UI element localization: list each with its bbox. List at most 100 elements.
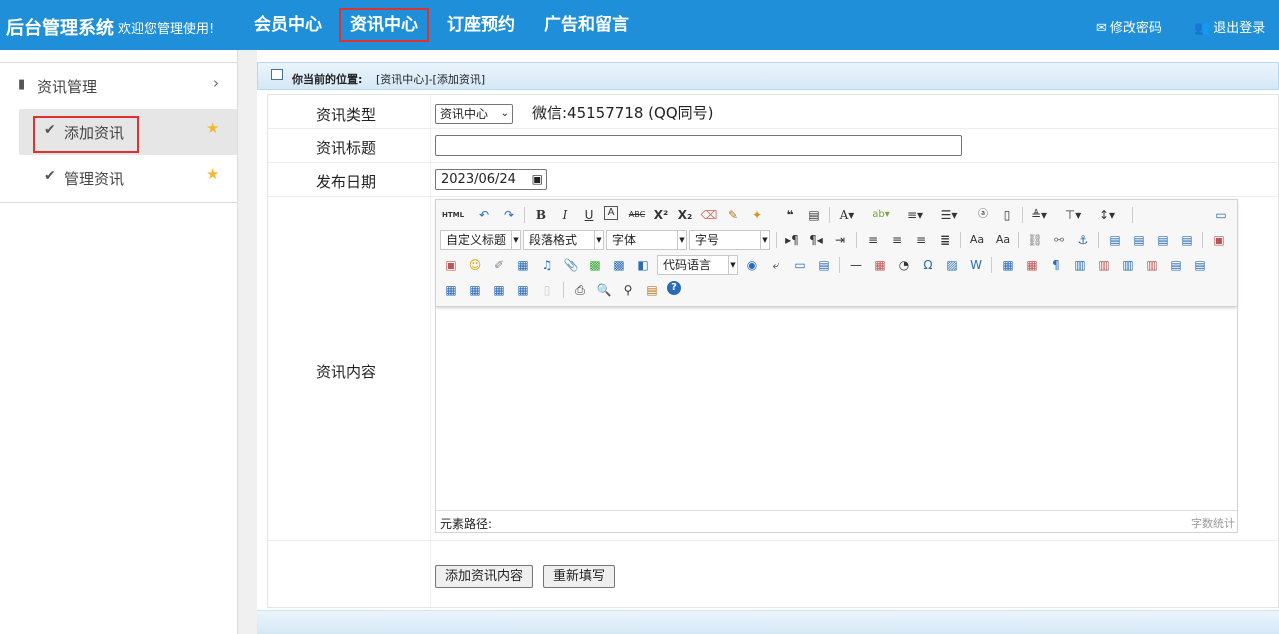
insert-row-icon[interactable]: ▥ xyxy=(1071,256,1089,274)
reset-button[interactable]: 重新填写 xyxy=(543,565,616,588)
rich-text-editor[interactable]: HTML ↶ ↷ B I U A ABC X² X₂ ⌫ ✎ ✦ ❝ ▤ A▾ … xyxy=(435,199,1238,533)
image-left-icon[interactable]: ▤ xyxy=(1130,231,1148,249)
logout-link[interactable]: 👥 退出登录 xyxy=(1194,17,1265,36)
unordered-list-icon[interactable]: ☰▾ xyxy=(940,206,958,224)
time-icon[interactable]: ◔ xyxy=(895,256,913,274)
insert-frame-icon[interactable]: ◧ xyxy=(634,256,652,274)
background-color-icon[interactable]: ab▾ xyxy=(872,206,890,224)
template-icon[interactable]: ▭ xyxy=(791,256,809,274)
clear-doc-icon[interactable]: ▯ xyxy=(998,206,1016,224)
unlink-icon[interactable]: ⚯ xyxy=(1050,231,1068,249)
paragraph-select[interactable]: 段落格式 ▼ xyxy=(523,230,604,250)
format-brush-icon[interactable]: ✎ xyxy=(724,206,742,224)
change-password-link[interactable]: ✉ 修改密码 xyxy=(1096,17,1162,36)
web-app-icon[interactable]: ◉ xyxy=(743,256,761,274)
nav-reservation[interactable]: 订座预约 xyxy=(438,8,524,42)
title-input[interactable] xyxy=(435,135,962,156)
select-all-icon[interactable]: ⓐ xyxy=(974,206,992,224)
date-input[interactable]: 2023/06/24 ▣ xyxy=(435,169,547,190)
ltr-direction-icon[interactable]: ▸¶ xyxy=(783,231,801,249)
emotion-icon[interactable]: ☺ xyxy=(466,256,484,274)
date-icon[interactable]: ▦ xyxy=(871,256,889,274)
split-to-cols-icon[interactable]: ▦ xyxy=(514,281,532,299)
align-right-icon[interactable]: ≡ xyxy=(912,231,930,249)
video-icon[interactable]: ▦ xyxy=(514,256,532,274)
indent-icon[interactable]: ⇥ xyxy=(831,231,849,249)
type-select[interactable]: 资讯中心 ⌄ xyxy=(435,104,513,124)
chart-icon[interactable]: ▯ xyxy=(538,281,556,299)
superscript-icon[interactable]: X² xyxy=(652,206,670,224)
search-replace-icon[interactable]: ⚲ xyxy=(619,281,637,299)
font-size-select[interactable]: 字号 ▼ xyxy=(689,230,770,250)
map-icon[interactable]: ▩ xyxy=(586,256,604,274)
attachment-icon[interactable]: 📎 xyxy=(562,256,580,274)
ordered-list-icon[interactable]: ≡▾ xyxy=(906,206,924,224)
special-chars-icon[interactable]: Ω xyxy=(919,256,937,274)
scrawl-icon[interactable]: ✐ xyxy=(490,256,508,274)
help-icon[interactable]: ? xyxy=(667,281,681,295)
sidebar-splitter[interactable] xyxy=(237,50,257,634)
lowercase-icon[interactable]: Aa xyxy=(994,231,1012,249)
multi-image-icon[interactable]: ▣ xyxy=(442,256,460,274)
row-spacing-bottom-icon[interactable]: ⊤▾ xyxy=(1064,206,1082,224)
font-color-icon[interactable]: A▾ xyxy=(838,206,856,224)
auto-format-icon[interactable]: ✦ xyxy=(748,206,766,224)
italic-icon[interactable]: I xyxy=(556,206,574,224)
drafts-icon[interactable]: ▤ xyxy=(643,281,661,299)
paste-plain-icon[interactable]: ▤ xyxy=(805,206,823,224)
html-source-icon[interactable]: HTML xyxy=(442,206,464,224)
nav-ads-messages[interactable]: 广告和留言 xyxy=(535,8,638,42)
delete-row-icon[interactable]: ▥ xyxy=(1095,256,1113,274)
page-break-icon[interactable]: ⤶ xyxy=(767,256,785,274)
insert-col-icon[interactable]: ▥ xyxy=(1119,256,1137,274)
subscript-icon[interactable]: X₂ xyxy=(676,206,694,224)
anchor-icon[interactable]: ⚓ xyxy=(1074,231,1092,249)
row-spacing-top-icon[interactable]: ≜▾ xyxy=(1030,206,1048,224)
undo-icon[interactable]: ↶ xyxy=(475,206,493,224)
code-language-select[interactable]: 代码语言 ▼ xyxy=(657,255,738,275)
insert-table-icon[interactable]: ▦ xyxy=(999,256,1017,274)
align-center-icon[interactable]: ≡ xyxy=(888,231,906,249)
merge-cells-icon[interactable]: ▤ xyxy=(1167,256,1185,274)
gmap-icon[interactable]: ▩ xyxy=(610,256,628,274)
line-height-icon[interactable]: ↕▾ xyxy=(1098,206,1116,224)
insert-image-icon[interactable]: ▣ xyxy=(1210,231,1228,249)
image-center-icon[interactable]: ▤ xyxy=(1178,231,1196,249)
strikethrough-icon[interactable]: ABC xyxy=(628,206,646,224)
print-icon[interactable]: ⎙ xyxy=(571,281,589,299)
merge-down-icon[interactable]: ▦ xyxy=(442,281,460,299)
align-left-icon[interactable]: ≡ xyxy=(864,231,882,249)
eraser-icon[interactable]: ⌫ xyxy=(700,206,718,224)
blockquote-icon[interactable]: ❝ xyxy=(781,206,799,224)
horizontal-rule-icon[interactable]: — xyxy=(847,256,865,274)
submit-button[interactable]: 添加资讯内容 xyxy=(435,565,534,588)
sidebar-group-news[interactable]: ▮ 资讯管理 › xyxy=(0,72,237,100)
music-icon[interactable]: ♫ xyxy=(538,256,556,274)
link-icon[interactable]: ⛓ xyxy=(1026,231,1044,249)
redo-icon[interactable]: ↷ xyxy=(500,206,518,224)
sidebar-item-manage-news[interactable]: ✔ 管理资讯 ★ xyxy=(19,155,237,201)
background-icon[interactable]: ▤ xyxy=(815,256,833,274)
font-border-icon[interactable]: A xyxy=(604,206,618,220)
uppercase-icon[interactable]: Aa xyxy=(968,231,986,249)
preview-icon[interactable]: 🔍 xyxy=(595,281,613,299)
fullscreen-icon[interactable]: ▭ xyxy=(1212,206,1230,224)
snapscreen-icon[interactable]: ▨ xyxy=(943,256,961,274)
delete-col-icon[interactable]: ▥ xyxy=(1143,256,1161,274)
image-right-icon[interactable]: ▤ xyxy=(1154,231,1172,249)
word-image-icon[interactable]: W xyxy=(967,256,985,274)
underline-icon[interactable]: U xyxy=(580,206,598,224)
insert-paragraph-before-table-icon[interactable]: ¶ xyxy=(1047,256,1065,274)
image-none-icon[interactable]: ▤ xyxy=(1106,231,1124,249)
nav-member-center[interactable]: 会员中心 xyxy=(245,8,331,42)
font-family-select[interactable]: 字体 ▼ xyxy=(606,230,687,250)
nav-news-center[interactable]: 资讯中心 xyxy=(339,8,429,42)
merge-right-icon[interactable]: ▤ xyxy=(1191,256,1209,274)
align-justify-icon[interactable]: ≣ xyxy=(936,231,954,249)
bold-icon[interactable]: B xyxy=(532,206,550,224)
calendar-icon[interactable]: ▣ xyxy=(532,170,543,189)
delete-table-icon[interactable]: ▦ xyxy=(1023,256,1041,274)
heading-select[interactable]: 自定义标题 ▼ xyxy=(440,230,521,250)
split-to-cells-icon[interactable]: ▦ xyxy=(466,281,484,299)
split-to-rows-icon[interactable]: ▦ xyxy=(490,281,508,299)
